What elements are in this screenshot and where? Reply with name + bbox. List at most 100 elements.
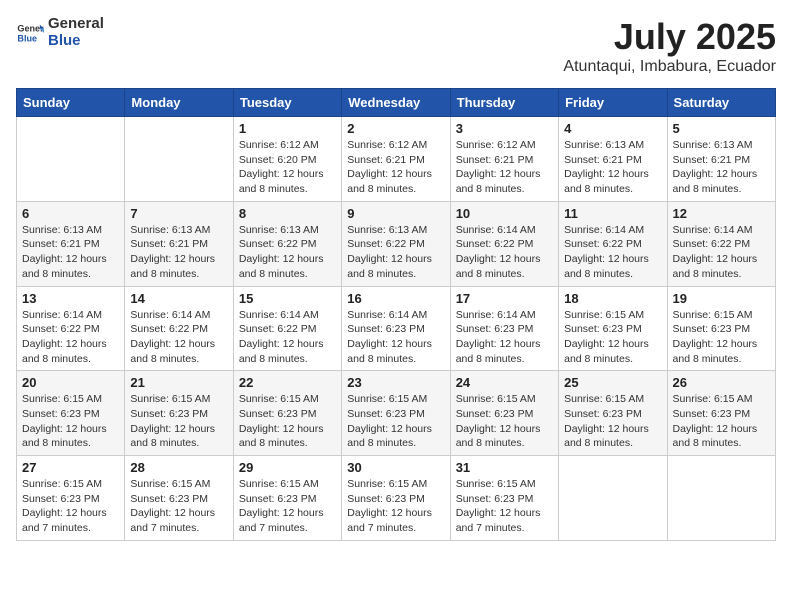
calendar-cell: 1Sunrise: 6:12 AM Sunset: 6:20 PM Daylig… [233, 117, 341, 202]
day-info: Sunrise: 6:15 AM Sunset: 6:23 PM Dayligh… [673, 392, 770, 451]
day-info: Sunrise: 6:15 AM Sunset: 6:23 PM Dayligh… [456, 392, 553, 451]
day-number: 5 [673, 121, 770, 136]
day-number: 2 [347, 121, 444, 136]
day-number: 7 [130, 206, 227, 221]
calendar-cell: 10Sunrise: 6:14 AM Sunset: 6:22 PM Dayli… [450, 201, 558, 286]
calendar-week-row: 20 Sunrise: 6:15 AM Sunset: 6:23 PM Dayli… [17, 371, 776, 456]
calendar-week-row: 1Sunrise: 6:12 AM Sunset: 6:20 PM Daylig… [17, 117, 776, 202]
day-info: Sunrise: 6:14 AM Sunset: 6:22 PM Dayligh… [673, 223, 770, 282]
calendar-week-row: 13 Sunrise: 6:14 AM Sunset: 6:22 PM Dayli… [17, 286, 776, 371]
day-number: 19 [673, 291, 770, 306]
calendar-cell: 24 Sunrise: 6:15 AM Sunset: 6:23 PM Dayli… [450, 371, 558, 456]
day-number: 15 [239, 291, 336, 306]
calendar-cell: 22 Sunrise: 6:15 AM Sunset: 6:23 PM Dayli… [233, 371, 341, 456]
day-info: Sunrise: 6:15 AM Sunset: 6:23 PM Dayligh… [673, 308, 770, 367]
day-number: 3 [456, 121, 553, 136]
day-number: 17 [456, 291, 553, 306]
day-number: 6 [22, 206, 119, 221]
day-info: Sunrise: 6:13 AM Sunset: 6:21 PM Dayligh… [564, 138, 661, 197]
logo-general: General [48, 16, 104, 33]
day-number: 14 [130, 291, 227, 306]
day-info: Sunrise: 6:15 AM Sunset: 6:23 PM Dayligh… [347, 477, 444, 536]
calendar-cell: 2 Sunrise: 6:12 AM Sunset: 6:21 PM Daylig… [342, 117, 450, 202]
day-number: 9 [347, 206, 444, 221]
calendar-cell [667, 456, 775, 541]
day-number: 16 [347, 291, 444, 306]
day-info: Sunrise: 6:13 AM Sunset: 6:22 PM Dayligh… [347, 223, 444, 282]
day-info: Sunrise: 6:14 AM Sunset: 6:22 PM Dayligh… [130, 308, 227, 367]
calendar-cell: 8 Sunrise: 6:13 AM Sunset: 6:22 PM Daylig… [233, 201, 341, 286]
day-number: 13 [22, 291, 119, 306]
day-number: 31 [456, 460, 553, 475]
subtitle: Atuntaqui, Imbabura, Ecuador [563, 58, 776, 76]
day-of-week-header: Friday [559, 89, 667, 117]
calendar-cell: 13Sunrise: 6:14 AM Sunset: 6:22 PM Dayli… [17, 286, 125, 371]
calendar-cell: 5 Sunrise: 6:13 AM Sunset: 6:21 PM Daylig… [667, 117, 775, 202]
day-number: 24 [456, 375, 553, 390]
day-info: Sunrise: 6:12 AM Sunset: 6:21 PM Dayligh… [456, 138, 553, 197]
day-info: Sunrise: 6:14 AM Sunset: 6:22 PM Dayligh… [564, 223, 661, 282]
day-of-week-header: Thursday [450, 89, 558, 117]
logo: General Blue General Blue [16, 16, 104, 49]
calendar-cell: 14 Sunrise: 6:14 AM Sunset: 6:22 PM Dayli… [125, 286, 233, 371]
calendar-cell: 16 Sunrise: 6:14 AM Sunset: 6:23 PM Dayli… [342, 286, 450, 371]
day-number: 4 [564, 121, 661, 136]
day-number: 30 [347, 460, 444, 475]
day-info: Sunrise: 6:13 AM Sunset: 6:21 PM Dayligh… [130, 223, 227, 282]
calendar-cell: 12 Sunrise: 6:14 AM Sunset: 6:22 PM Dayli… [667, 201, 775, 286]
day-info: Sunrise: 6:15 AM Sunset: 6:23 PM Dayligh… [347, 392, 444, 451]
day-info: Sunrise: 6:15 AM Sunset: 6:23 PM Dayligh… [22, 392, 119, 451]
day-info: Sunrise: 6:13 AM Sunset: 6:21 PM Dayligh… [673, 138, 770, 197]
day-info: Sunrise: 6:13 AM Sunset: 6:22 PM Dayligh… [239, 223, 336, 282]
day-info: Sunrise: 6:15 AM Sunset: 6:23 PM Dayligh… [564, 308, 661, 367]
day-number: 20 [22, 375, 119, 390]
calendar-cell: 28Sunrise: 6:15 AM Sunset: 6:23 PM Dayli… [125, 456, 233, 541]
day-info: Sunrise: 6:14 AM Sunset: 6:23 PM Dayligh… [347, 308, 444, 367]
day-info: Sunrise: 6:12 AM Sunset: 6:21 PM Dayligh… [347, 138, 444, 197]
day-info: Sunrise: 6:14 AM Sunset: 6:22 PM Dayligh… [456, 223, 553, 282]
day-info: Sunrise: 6:15 AM Sunset: 6:23 PM Dayligh… [22, 477, 119, 536]
day-number: 12 [673, 206, 770, 221]
day-of-week-header: Saturday [667, 89, 775, 117]
calendar-cell [17, 117, 125, 202]
day-number: 18 [564, 291, 661, 306]
title-area: July 2025 Atuntaqui, Imbabura, Ecuador [563, 16, 776, 76]
day-info: Sunrise: 6:15 AM Sunset: 6:23 PM Dayligh… [239, 392, 336, 451]
day-number: 22 [239, 375, 336, 390]
svg-text:Blue: Blue [17, 33, 37, 43]
calendar-header: SundayMondayTuesdayWednesdayThursdayFrid… [17, 89, 776, 117]
day-of-week-header: Monday [125, 89, 233, 117]
day-of-week-header: Sunday [17, 89, 125, 117]
calendar-cell: 6 Sunrise: 6:13 AM Sunset: 6:21 PM Daylig… [17, 201, 125, 286]
calendar-table: SundayMondayTuesdayWednesdayThursdayFrid… [16, 88, 776, 541]
calendar-cell: 15 Sunrise: 6:14 AM Sunset: 6:22 PM Dayli… [233, 286, 341, 371]
day-number: 1 [239, 121, 336, 136]
day-info: Sunrise: 6:15 AM Sunset: 6:23 PM Dayligh… [130, 477, 227, 536]
day-number: 21 [130, 375, 227, 390]
calendar-cell: 9 Sunrise: 6:13 AM Sunset: 6:22 PM Daylig… [342, 201, 450, 286]
logo-icon: General Blue [16, 19, 44, 47]
calendar-cell: 21 Sunrise: 6:15 AM Sunset: 6:23 PM Dayli… [125, 371, 233, 456]
calendar-cell: 27 Sunrise: 6:15 AM Sunset: 6:23 PM Dayli… [17, 456, 125, 541]
day-info: Sunrise: 6:14 AM Sunset: 6:22 PM Dayligh… [239, 308, 336, 367]
calendar-cell: 17Sunrise: 6:14 AM Sunset: 6:23 PM Dayli… [450, 286, 558, 371]
calendar-cell: 20 Sunrise: 6:15 AM Sunset: 6:23 PM Dayli… [17, 371, 125, 456]
day-number: 11 [564, 206, 661, 221]
day-info: Sunrise: 6:15 AM Sunset: 6:23 PM Dayligh… [239, 477, 336, 536]
day-number: 27 [22, 460, 119, 475]
calendar-cell: 19 Sunrise: 6:15 AM Sunset: 6:23 PM Dayli… [667, 286, 775, 371]
header: General Blue General Blue July 2025 Atun… [16, 16, 776, 76]
day-info: Sunrise: 6:13 AM Sunset: 6:21 PM Dayligh… [22, 223, 119, 282]
calendar-cell: 26 Sunrise: 6:15 AM Sunset: 6:23 PM Dayli… [667, 371, 775, 456]
calendar-cell: 11 Sunrise: 6:14 AM Sunset: 6:22 PM Dayli… [559, 201, 667, 286]
calendar-cell: 7 Sunrise: 6:13 AM Sunset: 6:21 PM Daylig… [125, 201, 233, 286]
day-number: 26 [673, 375, 770, 390]
calendar-cell: 29 Sunrise: 6:15 AM Sunset: 6:23 PM Dayli… [233, 456, 341, 541]
calendar-cell: 3 Sunrise: 6:12 AM Sunset: 6:21 PM Daylig… [450, 117, 558, 202]
day-info: Sunrise: 6:15 AM Sunset: 6:23 PM Dayligh… [456, 477, 553, 536]
day-info: Sunrise: 6:15 AM Sunset: 6:23 PM Dayligh… [564, 392, 661, 451]
day-number: 8 [239, 206, 336, 221]
day-info: Sunrise: 6:15 AM Sunset: 6:23 PM Dayligh… [130, 392, 227, 451]
day-number: 29 [239, 460, 336, 475]
calendar-cell: 30 Sunrise: 6:15 AM Sunset: 6:23 PM Dayli… [342, 456, 450, 541]
